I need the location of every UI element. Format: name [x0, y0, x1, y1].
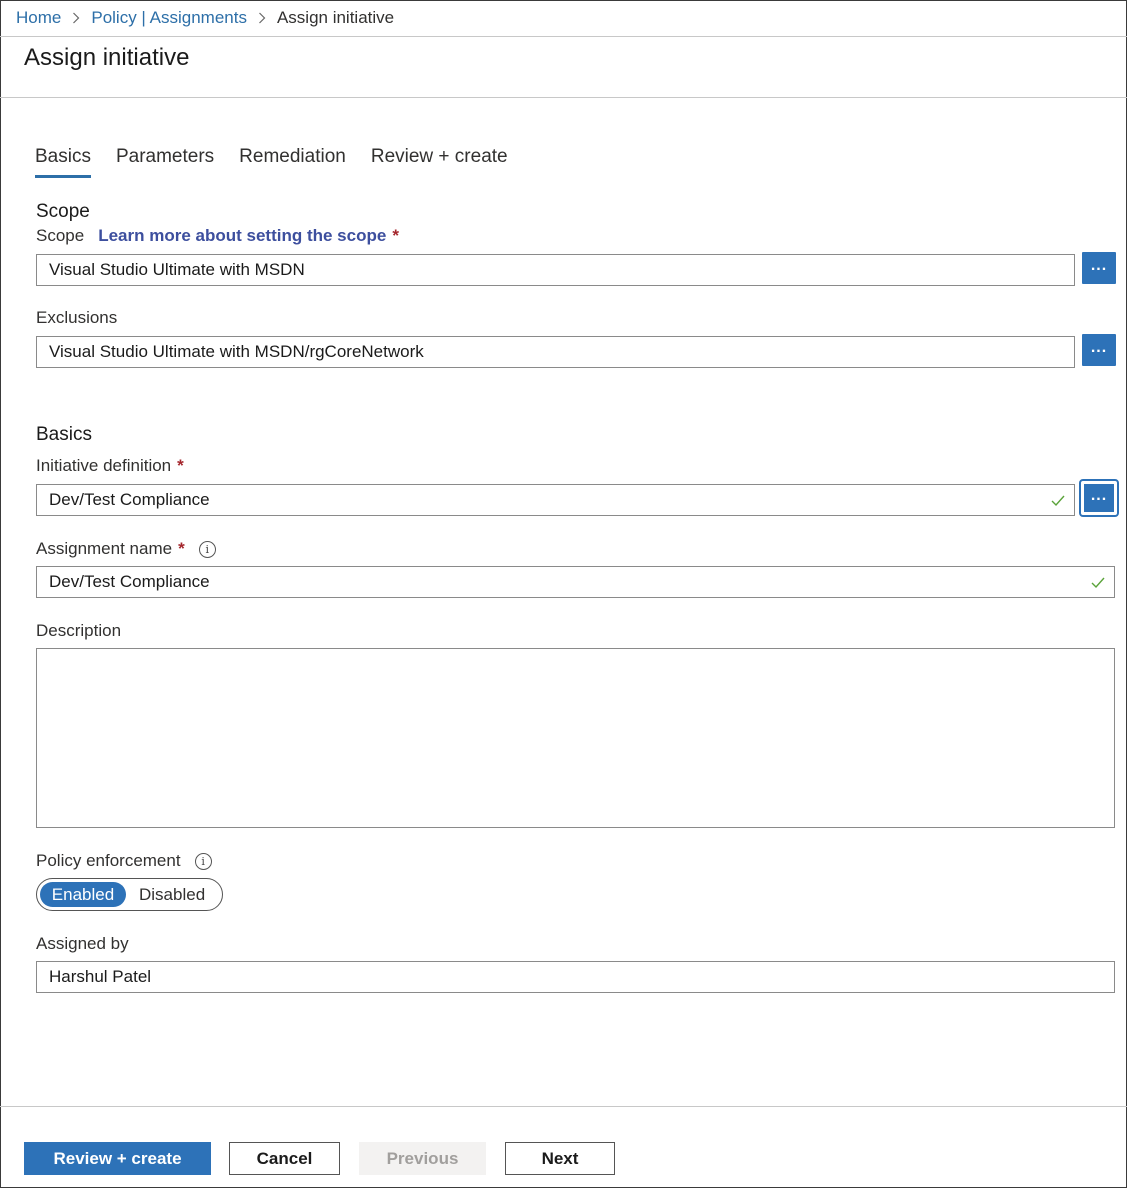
basics-section-heading: Basics — [36, 424, 92, 445]
page-title: Assign initiative — [24, 44, 190, 71]
assignment-name-value: Dev/Test Compliance — [49, 572, 210, 591]
tab-remediation[interactable]: Remediation — [239, 146, 346, 175]
tab-basics[interactable]: Basics — [35, 146, 91, 178]
assignment-name-field[interactable]: Dev/Test Compliance — [36, 566, 1115, 598]
initiative-label-row: Initiative definition * — [36, 456, 184, 476]
info-icon[interactable]: i — [194, 852, 212, 870]
scope-value: Visual Studio Ultimate with MSDN — [49, 260, 305, 279]
next-button[interactable]: Next — [505, 1142, 615, 1175]
policy-enforcement-toggle[interactable]: Enabled Disabled — [36, 878, 223, 911]
ellipsis-icon: ... — [1090, 257, 1108, 274]
scope-field[interactable]: Visual Studio Ultimate with MSDN — [36, 254, 1075, 286]
divider — [0, 97, 1127, 98]
cancel-button[interactable]: Cancel — [229, 1142, 340, 1175]
assignment-name-label: Assignment name — [36, 539, 173, 558]
checkmark-icon — [1050, 490, 1066, 510]
breadcrumb: Home Policy | Assignments Assign initiat… — [16, 6, 394, 30]
checkmark-icon — [1090, 572, 1106, 592]
initiative-browse-button[interactable]: ... — [1079, 479, 1119, 517]
chevron-right-icon — [72, 12, 80, 24]
policy-enforcement-label-row: Policy enforcement i — [36, 851, 212, 871]
breadcrumb-current: Assign initiative — [276, 8, 395, 27]
exclusions-label: Exclusions — [36, 308, 118, 327]
divider — [0, 36, 1127, 37]
toggle-enabled-option[interactable]: Enabled — [40, 882, 126, 907]
exclusions-field[interactable]: Visual Studio Ultimate with MSDN/rgCoreN… — [36, 336, 1075, 368]
assigned-by-label: Assigned by — [36, 934, 129, 953]
breadcrumb-home[interactable]: Home — [16, 8, 61, 28]
assignment-name-label-row: Assignment name * i — [36, 539, 216, 559]
breadcrumb-policy-assignments[interactable]: Policy | Assignments — [91, 8, 247, 28]
scope-label-row: Scope Learn more about setting the scope… — [36, 226, 399, 246]
scope-label: Scope — [36, 226, 85, 245]
description-label: Description — [36, 621, 122, 640]
ellipsis-icon: ... — [1090, 339, 1108, 356]
assigned-by-value: Harshul Patel — [49, 967, 152, 986]
review-create-button[interactable]: Review + create — [24, 1142, 211, 1175]
required-marker: * — [177, 456, 184, 475]
assigned-by-field[interactable]: Harshul Patel — [36, 961, 1115, 993]
description-textarea[interactable] — [36, 648, 1115, 828]
scope-section-heading: Scope — [36, 201, 90, 222]
initiative-definition-label: Initiative definition — [36, 456, 172, 475]
required-marker: * — [392, 226, 399, 245]
tab-review-create[interactable]: Review + create — [371, 146, 508, 175]
exclusions-value: Visual Studio Ultimate with MSDN/rgCoreN… — [49, 342, 424, 361]
policy-enforcement-label: Policy enforcement — [36, 851, 181, 870]
divider — [0, 1106, 1127, 1107]
chevron-right-icon — [258, 12, 266, 24]
scope-browse-button[interactable]: ... — [1082, 252, 1116, 284]
tab-parameters[interactable]: Parameters — [116, 146, 214, 175]
initiative-definition-field[interactable]: Dev/Test Compliance — [36, 484, 1075, 516]
tab-bar: Basics Parameters Remediation Review + c… — [35, 146, 533, 178]
ellipsis-icon: ... — [1090, 487, 1108, 504]
exclusions-browse-button[interactable]: ... — [1082, 334, 1116, 366]
initiative-definition-value: Dev/Test Compliance — [49, 490, 210, 509]
previous-button[interactable]: Previous — [359, 1142, 486, 1175]
scope-learn-more-link[interactable]: Learn more about setting the scope — [98, 226, 386, 246]
info-icon[interactable]: i — [198, 540, 216, 558]
toggle-disabled-option[interactable]: Disabled — [139, 885, 205, 905]
required-marker: * — [178, 539, 185, 558]
